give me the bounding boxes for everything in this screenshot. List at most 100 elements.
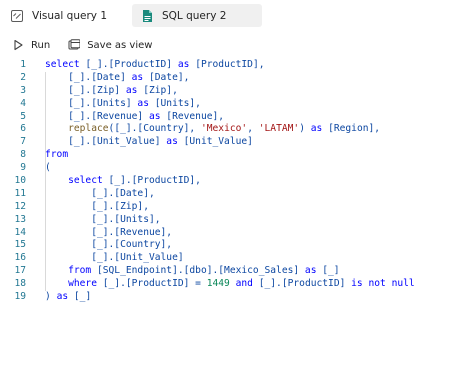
code-line[interactable]: 11 [_].[Date], xyxy=(0,187,474,201)
toolbar: Run Save as view xyxy=(0,33,474,57)
code-token: [Units], xyxy=(154,97,201,109)
code-line[interactable]: 16 [_].[Unit_Value] xyxy=(0,252,474,266)
code-token: as xyxy=(166,136,184,148)
code-line[interactable]: 15 [_].[Country], xyxy=(0,239,474,253)
code-token: [_].[ProductID], xyxy=(108,175,201,187)
code-token: [_] xyxy=(73,291,92,303)
code-line[interactable]: 7 [_].[Unit_Value] as [Unit_Value] xyxy=(0,136,474,150)
code-text: [_].[Date] as [Date], xyxy=(45,72,189,85)
code-text: from xyxy=(45,149,68,162)
code-token: ) xyxy=(45,291,57,303)
code-token: [_].[ProductID] = xyxy=(102,278,207,290)
line-number: 16 xyxy=(14,252,26,264)
code-line[interactable]: 17 from [SQL_Endpoint].[dbo].[Mexico_Sal… xyxy=(0,265,474,279)
code-token: ([_].[Country], xyxy=(108,123,201,135)
code-line[interactable]: 2 [_].[Date] as [Date], xyxy=(0,71,474,85)
code-token: as xyxy=(177,59,196,70)
code-token: select xyxy=(45,175,109,187)
code-token: [_].[Date], xyxy=(45,187,155,199)
code-line[interactable]: 9( xyxy=(0,162,474,176)
code-text: [_].[Zip], xyxy=(45,201,149,214)
code-token: as xyxy=(125,84,144,96)
code-token: from xyxy=(45,265,97,277)
line-number: 10 xyxy=(14,175,26,187)
line-number: 4 xyxy=(20,97,26,109)
line-number: 6 xyxy=(20,123,26,135)
sql-editor[interactable]: 1 select [_].[ProductID] as [ProductID], 2… xyxy=(0,59,474,304)
code-token: [Zip], xyxy=(143,84,178,96)
code-line[interactable]: 3 [_].[Zip] as [Zip], xyxy=(0,84,474,98)
code-line[interactable]: 13 [_].[Units], xyxy=(0,213,474,227)
tab-visual-query-1[interactable]: Visual query 1 xyxy=(10,4,130,27)
code-token: [_].[ProductID] xyxy=(258,278,352,290)
code-token: [Date], xyxy=(148,71,190,83)
play-icon xyxy=(12,39,24,51)
line-number: 12 xyxy=(14,200,26,212)
code-token: 'Mexico' xyxy=(200,123,248,135)
line-number: 18 xyxy=(14,278,26,290)
code-line[interactable]: 14 [_].[Revenue], xyxy=(0,226,474,240)
code-line[interactable]: 4 [_].[Units] as [Units], xyxy=(0,97,474,111)
code-token: [_].[Zip], xyxy=(45,200,149,212)
code-token: [ProductID], xyxy=(195,59,265,70)
code-text: [_].[Units] as [Units], xyxy=(45,98,201,111)
code-line[interactable]: 10 select [_].[ProductID], xyxy=(0,175,474,188)
code-text: [_].[Zip] as [Zip], xyxy=(45,85,178,98)
code-text: from [SQL_Endpoint].[dbo].[Mexico_Sales]… xyxy=(45,265,340,278)
run-button[interactable]: Run xyxy=(12,35,50,55)
code-text: select [_].[ProductID], xyxy=(45,175,201,188)
code-token: [_].[Revenue], xyxy=(45,226,173,238)
code-line[interactable]: 12 [_].[Zip], xyxy=(0,200,474,214)
code-token: [_] xyxy=(322,265,340,277)
line-number: 14 xyxy=(14,226,26,238)
tab-sql-query-2[interactable]: SQL query 2 xyxy=(132,4,262,27)
code-token: 1449 xyxy=(206,278,236,290)
code-text: replace([_].[Country], 'Mexico', 'LATAM'… xyxy=(45,123,380,136)
code-token: [_].[Units], xyxy=(45,213,161,225)
code-token: [_].[Unit_Value] xyxy=(45,252,184,264)
code-token: as xyxy=(56,291,74,303)
line-number: 2 xyxy=(20,71,26,83)
code-token: [Revenue], xyxy=(166,110,225,122)
code-token: [Unit_Value] xyxy=(183,136,253,148)
code-line[interactable]: 19) as [_] xyxy=(0,291,474,304)
code-line[interactable]: 1 select [_].[ProductID] as [ProductID], xyxy=(0,59,474,72)
code-text: [_].[Country], xyxy=(45,239,172,252)
visual-query-icon xyxy=(10,9,24,23)
code-text: [_].[Date], xyxy=(45,188,155,201)
code-token: [_].[Country], xyxy=(45,239,173,251)
code-text: [_].[Revenue] as [Revenue], xyxy=(45,111,224,124)
line-number: 11 xyxy=(14,187,26,199)
code-text: [_].[Units], xyxy=(45,213,161,227)
code-line[interactable]: 6 replace([_].[Country], 'Mexico', 'LATA… xyxy=(0,123,474,137)
code-token: [_].[Units] xyxy=(45,97,138,109)
save-as-view-label: Save as view xyxy=(87,39,153,51)
line-number: 5 xyxy=(20,110,26,122)
code-text: ( xyxy=(45,162,51,175)
code-line[interactable]: 8 from xyxy=(0,149,474,163)
run-label: Run xyxy=(31,39,51,51)
code-text: ) as [_] xyxy=(45,291,91,304)
code-token: [_].[Unit_Value] xyxy=(45,136,167,148)
tab-label: SQL query 2 xyxy=(162,9,227,22)
code-token: as xyxy=(137,97,155,109)
code-token: from xyxy=(45,149,69,161)
code-token: as xyxy=(304,265,323,277)
line-number: 7 xyxy=(20,136,26,148)
code-token: and xyxy=(235,278,259,290)
code-text: where [_].[ProductID] = 1449 and [_].[Pr… xyxy=(45,278,415,291)
code-token: [_].[Date] xyxy=(45,71,132,83)
code-line[interactable]: 18 where [_].[ProductID] = 1449 and [_].… xyxy=(0,278,474,292)
code-token: [Region], xyxy=(328,123,381,135)
sql-file-icon xyxy=(140,9,154,23)
code-token: , xyxy=(247,123,259,135)
code-token: [_].[Revenue] xyxy=(45,110,149,122)
save-as-view-button[interactable]: Save as view xyxy=(68,35,152,55)
code-text: [_].[Unit_Value] xyxy=(45,252,184,265)
line-number: 9 xyxy=(20,162,26,174)
line-number: 19 xyxy=(14,291,26,303)
code-token: [_].[ProductID] xyxy=(85,59,178,70)
code-line[interactable]: 5 [_].[Revenue] as [Revenue], xyxy=(0,110,474,124)
save-view-icon xyxy=(68,39,81,51)
code-token: replace xyxy=(45,123,109,135)
